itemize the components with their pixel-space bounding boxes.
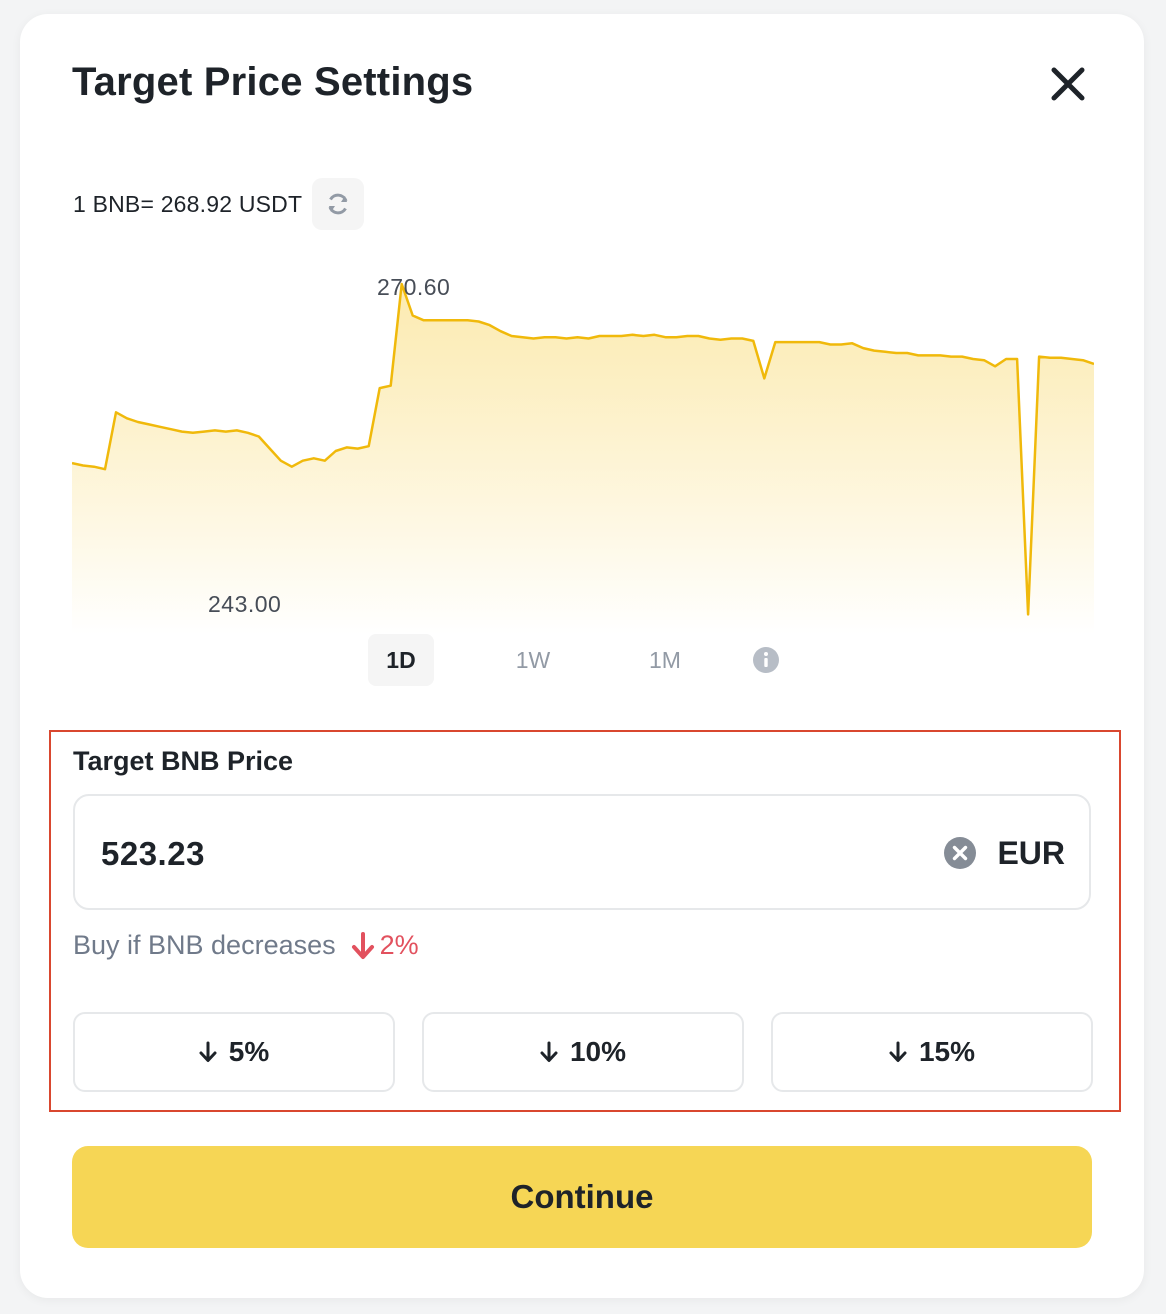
continue-button[interactable]: Continue — [72, 1146, 1092, 1248]
target-price-label: Target BNB Price — [73, 746, 294, 776]
price-chart: 270.60 243.00 — [71, 264, 1095, 634]
tab-1m[interactable]: 1M — [632, 634, 698, 686]
arrow-down-icon — [199, 1041, 217, 1062]
chart-area — [72, 284, 1094, 634]
preset-row: 5% 10% 15% — [73, 1012, 1093, 1094]
exchange-rate-row: 1 BNB= 268.92 USDT — [73, 178, 365, 230]
clear-icon[interactable] — [943, 836, 977, 870]
preset-5-button[interactable]: 5% — [73, 1012, 395, 1092]
price-chart-svg — [71, 282, 1095, 634]
preset-15-label: 15% — [918, 1036, 976, 1067]
arrow-down-red-icon — [351, 931, 374, 959]
target-price-field[interactable]: EUR — [73, 794, 1091, 910]
preset-5-label: 5% — [228, 1036, 270, 1067]
decrease-hint: Buy if BNB decreases 2% — [73, 930, 419, 961]
tab-1w[interactable]: 1W — [500, 634, 566, 686]
info-icon[interactable] — [752, 646, 780, 674]
refresh-icon — [328, 193, 348, 215]
preset-10-button[interactable]: 10% — [422, 1012, 744, 1092]
preset-15-button[interactable]: 15% — [771, 1012, 1093, 1092]
exchange-rate-text: 1 BNB= 268.92 USDT — [73, 190, 303, 217]
arrow-down-icon — [889, 1041, 907, 1062]
target-price-input[interactable] — [99, 834, 803, 874]
timeframe-tabs: 1D 1W 1M — [368, 634, 780, 686]
modal-title: Target Price Settings — [72, 60, 474, 104]
currency-label: EUR — [997, 835, 1065, 871]
target-price-modal: Target Price Settings 1 BNB= 268.92 USDT — [20, 14, 1144, 1298]
arrow-down-icon — [540, 1041, 558, 1062]
hint-text: Buy if BNB decreases — [73, 930, 336, 960]
target-price-section: Target BNB Price EUR Buy if BNB decrease… — [49, 730, 1121, 1112]
preset-10-label: 10% — [569, 1036, 627, 1067]
tab-1d[interactable]: 1D — [368, 634, 434, 686]
refresh-button[interactable] — [312, 178, 365, 230]
chart-high-label: 270.60 — [377, 274, 451, 300]
chart-low-label: 243.00 — [208, 591, 282, 617]
close-icon[interactable] — [1048, 64, 1088, 104]
hint-percent: 2% — [379, 930, 419, 960]
